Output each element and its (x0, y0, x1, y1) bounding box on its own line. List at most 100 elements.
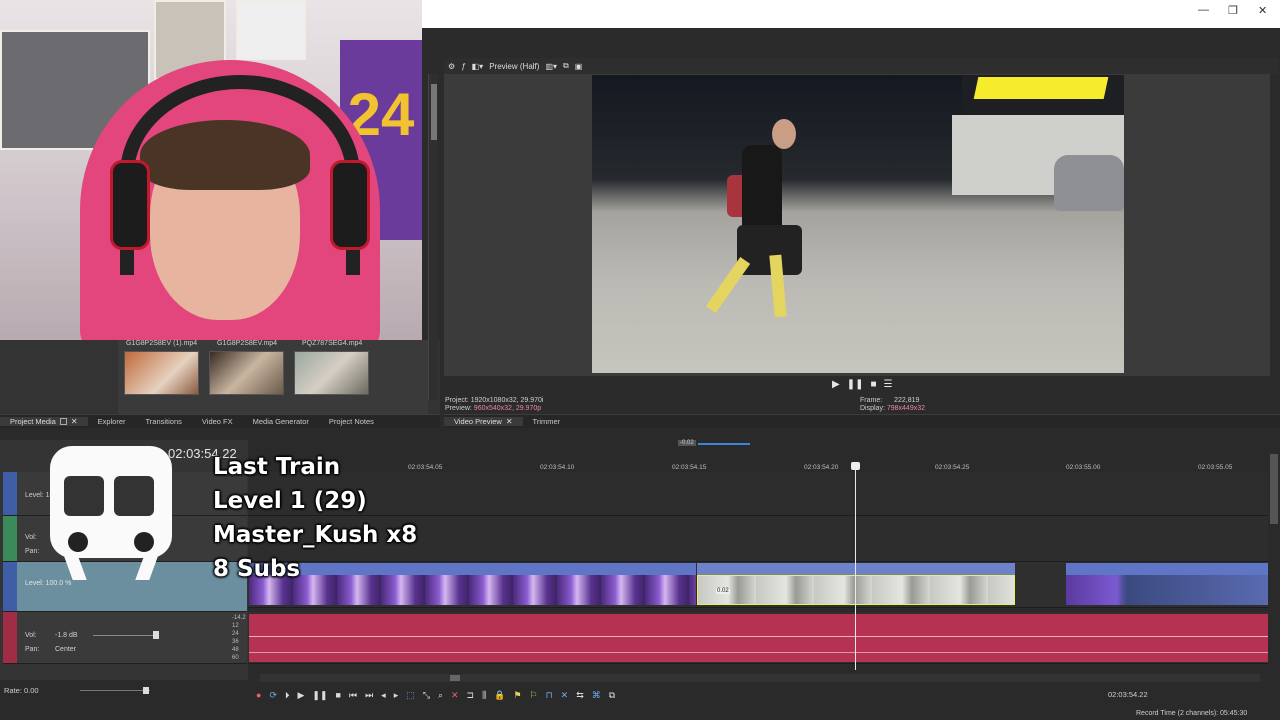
go-to-end-icon[interactable]: ⏭ (365, 690, 373, 701)
group-icon[interactable]: ⧉ (609, 690, 615, 701)
menu-icon[interactable]: ☰ (884, 379, 893, 390)
station-sign (973, 77, 1109, 99)
media-thumb[interactable] (124, 351, 199, 395)
tab-label: Project Media (10, 417, 56, 426)
tab-project-notes[interactable]: Project Notes (319, 417, 384, 426)
maximize-button[interactable]: ❐ (1228, 4, 1238, 17)
track-vol-label: Vol: (25, 534, 37, 541)
tab-video-fx[interactable]: Video FX (192, 417, 243, 426)
split-icon[interactable]: ⫼ (482, 690, 486, 701)
delete-icon[interactable]: ✕ (451, 690, 459, 701)
play-icon[interactable]: ▶ (298, 690, 305, 701)
person-head (772, 119, 796, 149)
close-icon[interactable]: ✕ (506, 417, 513, 426)
volume-slider[interactable] (93, 635, 159, 636)
train-window (114, 476, 154, 516)
timeline-vscrollbar[interactable] (1268, 434, 1280, 684)
track-number (3, 516, 17, 561)
overlay-gift: Master_Kush x8 (213, 522, 418, 548)
play-icon[interactable]: ▶ (832, 379, 840, 390)
media-thumb[interactable] (294, 351, 369, 395)
tab-trimmer[interactable]: Trimmer (523, 417, 571, 426)
loop-region-label: -0.02 (678, 440, 696, 446)
db-scale-label: 36 (232, 639, 239, 645)
go-to-start-icon[interactable]: ⏮ (349, 690, 357, 701)
ripple-icon[interactable]: ⇆ (576, 690, 584, 701)
audio-clip[interactable] (249, 614, 1268, 662)
zoom-tool-icon[interactable]: ⌕ (438, 690, 443, 701)
timeline-hscrollbar[interactable] (260, 674, 1260, 682)
scroll-thumb[interactable] (450, 675, 460, 681)
ruler-tick-label: 02:03:54.20 (804, 464, 839, 471)
project-value: 1920x1080x32, 29.970i (470, 397, 544, 404)
media-thumb[interactable] (209, 351, 284, 395)
minimize-button[interactable]: — (1198, 4, 1209, 16)
close-button[interactable]: ✕ (1258, 4, 1267, 17)
split-screen-icon[interactable]: ◧▾ (472, 62, 484, 71)
normal-edit-tool-icon[interactable]: ⬚ (406, 690, 415, 701)
video-clip-header[interactable] (1066, 563, 1268, 575)
left-tab-strip: Project Media ✕ Explorer Transitions Vid… (0, 414, 440, 428)
video-clip-header-selected[interactable] (697, 563, 1015, 575)
scroll-thumb[interactable] (1270, 454, 1278, 524)
overlays-icon[interactable]: ▥▾ (545, 62, 557, 71)
loop-icon[interactable]: ⟳ (269, 690, 277, 701)
rate-slider[interactable] (80, 690, 150, 691)
display-label: Display: (860, 405, 885, 412)
pause-icon[interactable]: ❚❚ (312, 690, 327, 701)
playhead-cursor[interactable] (855, 466, 856, 670)
tab-video-preview[interactable]: Video Preview ✕ (444, 417, 523, 426)
preview-quality-dropdown[interactable]: Preview (Half) (489, 62, 539, 71)
preview-toolbar: ⚙ ƒ ◧▾ Preview (Half) ▥▾ ⧉ ▣ (444, 58, 1278, 74)
settings-icon[interactable]: ⚙ (448, 62, 455, 71)
frame-value: 222,819 (894, 397, 920, 404)
copy-snapshot-icon[interactable]: ⧉ (563, 61, 569, 71)
video-clip-frames[interactable] (1066, 575, 1268, 605)
title-bar: — ❐ ✕ (422, 0, 1280, 28)
media-thumb-label: G1G8P2S8EV (1).mp4 (126, 340, 198, 347)
audio-waveform (249, 636, 1268, 637)
fx-icon[interactable]: ƒ (461, 62, 465, 71)
prev-frame-icon[interactable]: ◂ (381, 690, 386, 701)
tab-project-media[interactable]: Project Media ✕ (0, 417, 88, 426)
track-header-audio-4[interactable]: Vol: -1.8 dB Pan: Center (3, 612, 247, 664)
track-pan-label: Pan: (25, 548, 40, 555)
loop-region-bar[interactable] (698, 443, 750, 445)
save-snapshot-icon[interactable]: ▣ (575, 62, 583, 71)
next-frame-icon[interactable]: ▸ (394, 690, 399, 701)
envelope-tool-icon[interactable]: ⤡ (423, 690, 430, 701)
tab-explorer[interactable]: Explorer (88, 417, 136, 426)
tab-transitions[interactable]: Transitions (136, 417, 192, 426)
marker-icon[interactable]: ⚑ (513, 690, 521, 701)
pause-icon[interactable]: ❚❚ (847, 379, 864, 390)
audio-waveform (249, 652, 1268, 653)
media-thumb-label: G1G8P2S8EV.mp4 (217, 340, 278, 347)
undock-icon[interactable] (59, 418, 67, 425)
media-scrollbar[interactable] (428, 74, 438, 400)
play-from-start-icon[interactable]: ⏵ (285, 690, 290, 701)
stop-icon[interactable]: ■ (870, 379, 876, 390)
cursor-time: 02:03:54.22 (1108, 690, 1148, 699)
rate-slider-handle[interactable] (143, 687, 149, 694)
lock-icon[interactable]: 🔒 (494, 690, 505, 701)
volume-slider-handle[interactable] (153, 631, 159, 639)
db-scale-label: 24 (232, 631, 239, 637)
trim-icon[interactable]: ⊐ (467, 690, 475, 701)
scroll-thumb[interactable] (431, 84, 437, 140)
close-icon[interactable]: ✕ (71, 417, 78, 426)
stop-icon[interactable]: ■ (336, 690, 341, 700)
lock-envelopes-icon[interactable]: ⌘ (592, 690, 601, 701)
db-scale-label: 48 (232, 647, 239, 653)
train-light (68, 532, 88, 552)
snapping-icon[interactable]: ⊓ (546, 690, 553, 701)
auto-crossfade-icon[interactable]: ✕ (561, 690, 569, 701)
tab-media-generator[interactable]: Media Generator (243, 417, 319, 426)
frame-label: Frame: (860, 397, 883, 404)
record-icon[interactable]: ● (256, 690, 261, 700)
region-icon[interactable]: ⚐ (530, 690, 538, 701)
ruler-tick-label: 02:03:54.10 (540, 464, 575, 471)
track-number (3, 472, 17, 515)
video-clip-frames-selected[interactable] (697, 575, 1015, 605)
overlay-subs: 8 Subs (213, 556, 301, 582)
ruler-tick-label: 02:03:55.00 (1066, 464, 1101, 471)
